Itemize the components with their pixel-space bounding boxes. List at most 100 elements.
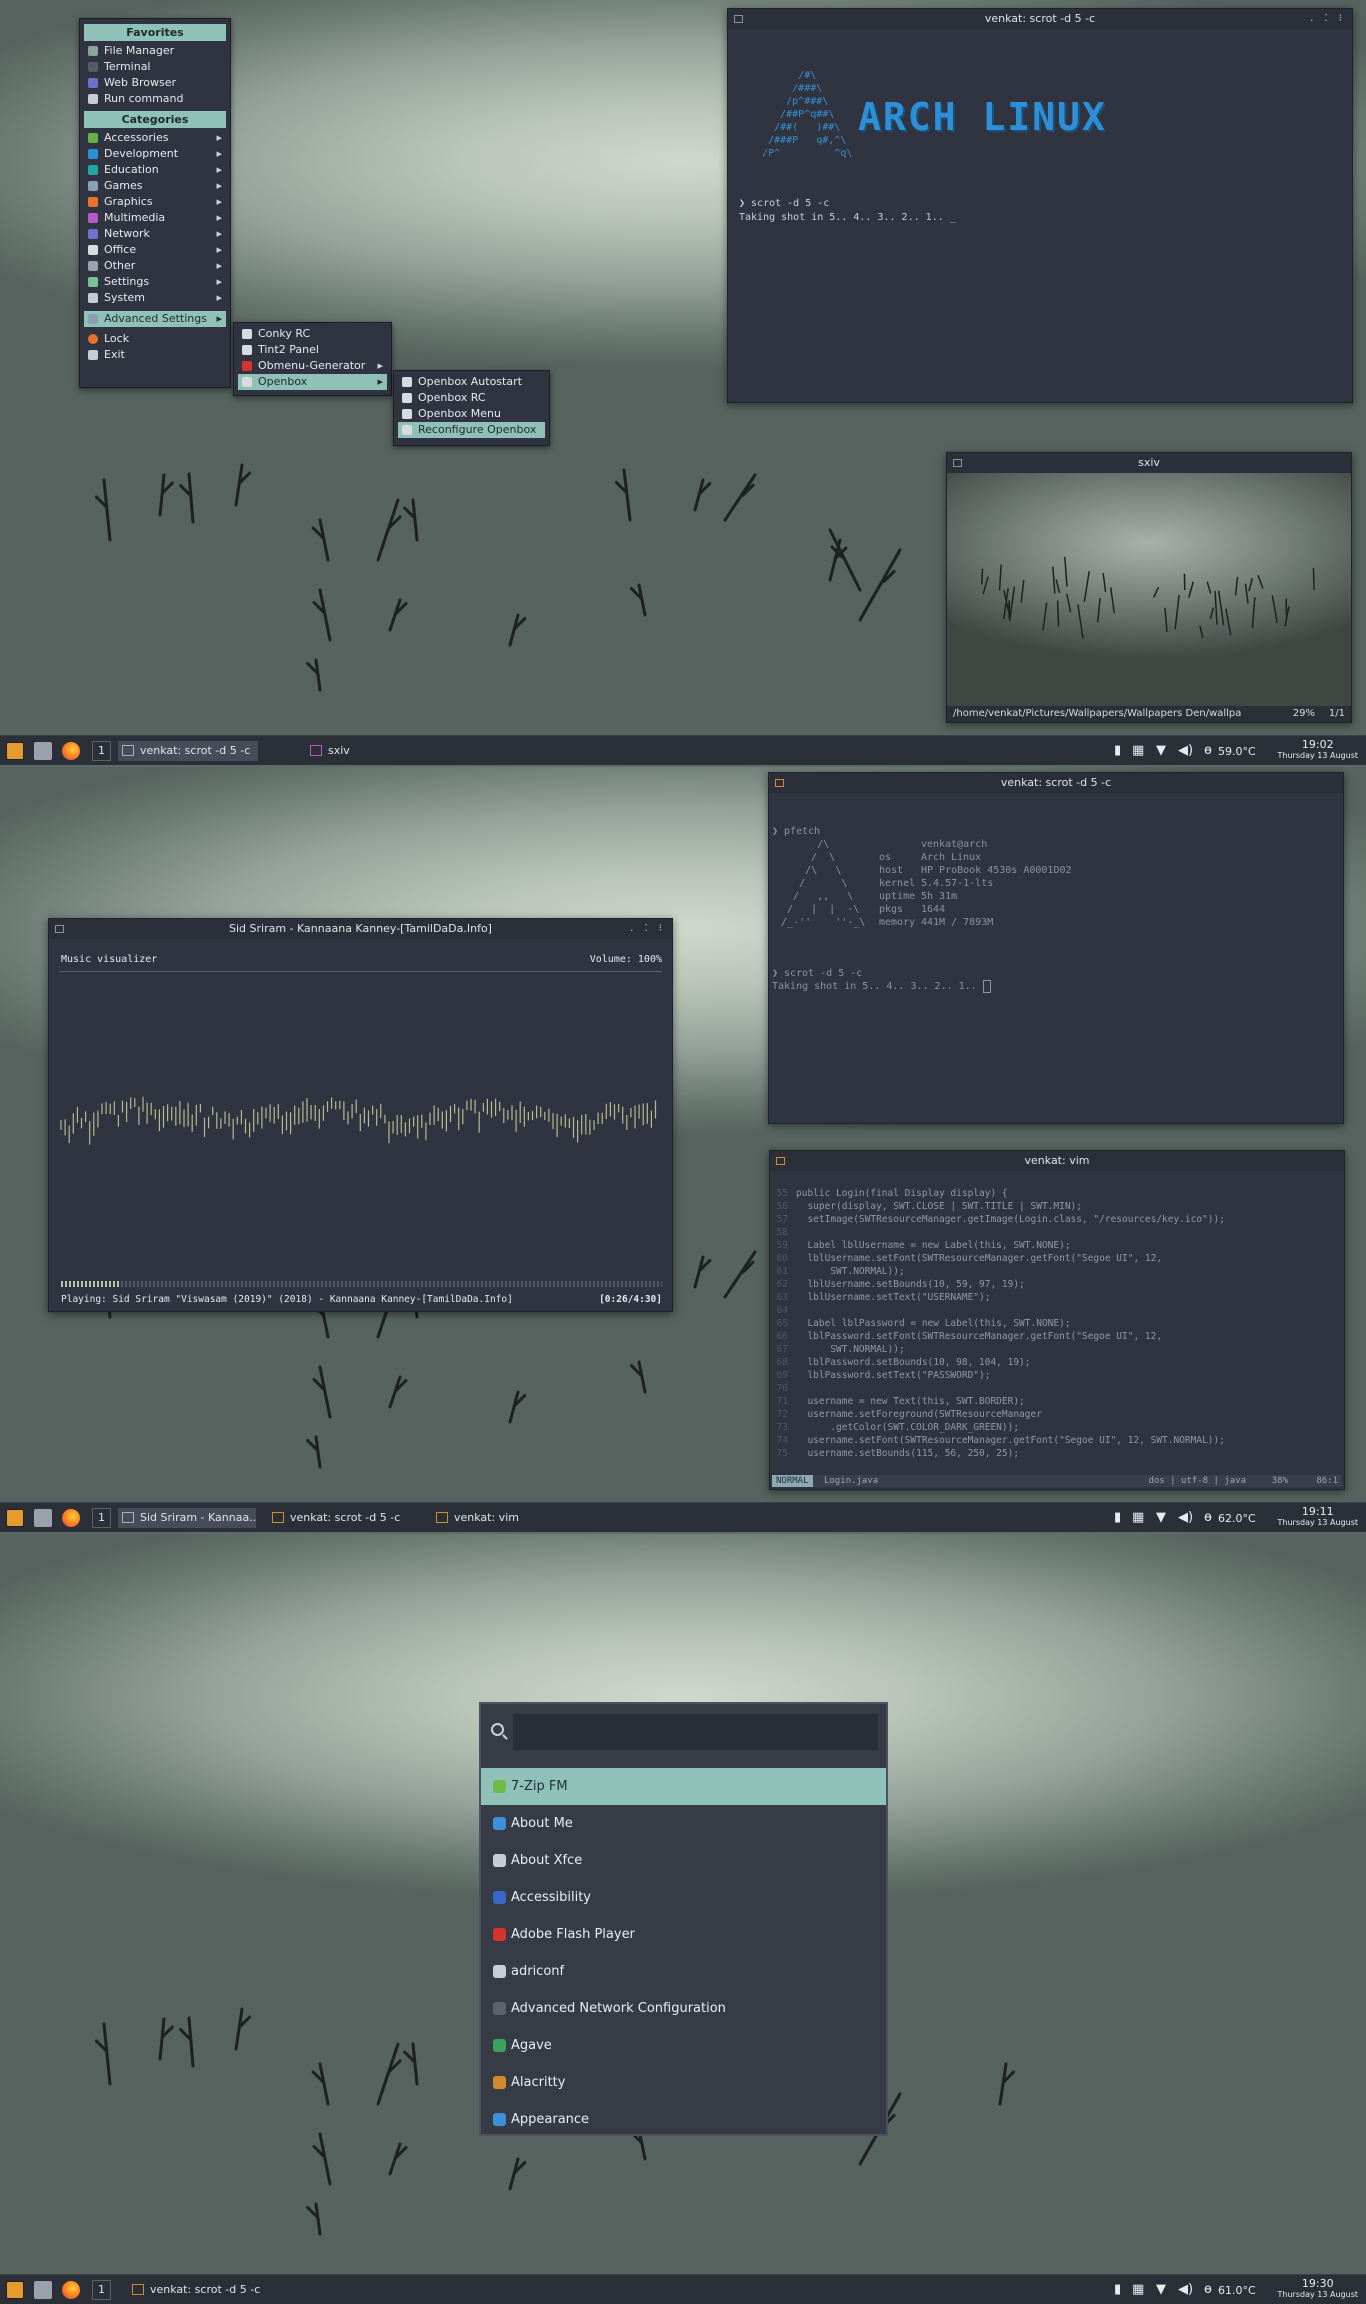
clock[interactable]: 19:30 Thursday 13 August bbox=[1278, 2278, 1358, 2300]
submenu-item-0[interactable]: Conky RC bbox=[238, 326, 387, 342]
vim-window[interactable]: venkat: vim 55 public Login(final Display… bbox=[769, 1150, 1345, 1490]
terminal-window-arch[interactable]: venkat: scrot -d 5 -c . ⁚ ⁝ /#\ /###\ /p… bbox=[727, 8, 1353, 403]
vim-editor[interactable]: 55 public Login(final Display display) {5… bbox=[770, 1187, 1344, 1460]
ncmpcpp-window[interactable]: Sid Sriram - Kannaana Kanney-[TamilDaDa.… bbox=[48, 918, 673, 1312]
window-controls[interactable]: . ⁚ ⁝ bbox=[1310, 9, 1346, 29]
wallpaper-branch bbox=[312, 1365, 332, 1419]
window-titlebar[interactable]: Sid Sriram - Kannaana Kanney-[TamilDaDa.… bbox=[49, 919, 672, 939]
app-entry-6[interactable]: Advanced Network Configuration bbox=[481, 1990, 886, 2027]
menu-item-advanced-settings[interactable]: Advanced Settings ▸ bbox=[84, 311, 226, 327]
window-titlebar[interactable]: venkat: vim bbox=[770, 1151, 1344, 1171]
file-manager-launcher-icon[interactable] bbox=[34, 2281, 52, 2299]
wallpaper-branch bbox=[1206, 581, 1212, 594]
menu-item-category-1[interactable]: Development ▸ bbox=[84, 146, 226, 162]
terminal-window-pfetch[interactable]: venkat: scrot -d 5 -c ❯ pfetch /\ / \ /\… bbox=[768, 772, 1344, 1124]
menu-item-fav-0[interactable]: File Manager bbox=[84, 43, 226, 59]
menu-item-category-7[interactable]: Office ▸ bbox=[84, 242, 226, 258]
app-entry-5[interactable]: adriconf bbox=[481, 1953, 886, 1990]
submenu-item-2[interactable]: Openbox Menu bbox=[398, 406, 545, 422]
app-entry-7[interactable]: Agave bbox=[481, 2027, 886, 2064]
menu-item-category-9[interactable]: Settings ▸ bbox=[84, 274, 226, 290]
menu-item-category-0[interactable]: Accessories ▸ bbox=[84, 130, 226, 146]
advanced-settings-submenu: Conky RC Tint2 Panel Obmenu-Generator ▸ Open… bbox=[233, 322, 392, 396]
menu-item-label: Run command bbox=[104, 92, 184, 105]
app-entry-8[interactable]: Alacritty bbox=[481, 2064, 886, 2101]
app-entry-1[interactable]: About Me bbox=[481, 1805, 886, 1842]
workspace-indicator[interactable]: 1 bbox=[92, 2280, 111, 2300]
clock[interactable]: 19:02 Thursday 13 August bbox=[1278, 739, 1358, 761]
clipboard-icon[interactable]: ▦ bbox=[1132, 1510, 1144, 1525]
wifi-icon[interactable]: ▼ bbox=[1156, 1510, 1166, 1525]
workspace-indicator[interactable]: 1 bbox=[92, 1508, 111, 1528]
clipboard-icon[interactable]: ▦ bbox=[1132, 743, 1144, 758]
workspace-indicator[interactable]: 1 bbox=[92, 741, 111, 761]
submenu-item-1[interactable]: Openbox RC bbox=[398, 390, 545, 406]
submenu-arrow-icon: ▸ bbox=[216, 147, 222, 160]
arch-menu-icon[interactable] bbox=[6, 1509, 24, 1527]
menu-item-fav-3[interactable]: Run command bbox=[84, 91, 226, 107]
menu-item-exit[interactable]: Exit bbox=[84, 347, 226, 363]
vim-line: 75 username.setBounds(115, 56, 250, 25); bbox=[770, 1447, 1344, 1460]
file-manager-launcher-icon[interactable] bbox=[34, 1509, 52, 1527]
menu-item-category-4[interactable]: Graphics ▸ bbox=[84, 194, 226, 210]
app-entry-0[interactable]: 7-Zip FM bbox=[481, 1768, 886, 1805]
volume-icon[interactable]: ◀) bbox=[1178, 743, 1193, 758]
submenu-item-0[interactable]: Openbox Autostart bbox=[398, 374, 545, 390]
system-tray: ▮ ▦ ▼ ◀) ɵ 59.0°C 19:02 Thursday 13 Augu… bbox=[1106, 736, 1366, 766]
window-titlebar[interactable]: venkat: scrot -d 5 -c . ⁚ ⁝ bbox=[728, 9, 1352, 29]
vim-line: 68 lblPassword.setBounds(10, 98, 104, 19… bbox=[770, 1356, 1344, 1369]
task-music[interactable]: Sid Sriram - Kannaa... bbox=[118, 1508, 256, 1528]
volume-icon[interactable]: ◀) bbox=[1178, 2282, 1193, 2297]
submenu-item-3[interactable]: Reconfigure Openbox bbox=[398, 422, 545, 438]
menu-item-fav-1[interactable]: Terminal bbox=[84, 59, 226, 75]
vim-line-text: lblPassword.setBounds(10, 98, 104, 19); bbox=[796, 1357, 1031, 1368]
battery-icon[interactable]: ▮ bbox=[1114, 2282, 1121, 2297]
wifi-icon[interactable]: ▼ bbox=[1156, 2282, 1166, 2297]
app-entry-2[interactable]: About Xfce bbox=[481, 1842, 886, 1879]
menu-item-category-8[interactable]: Other ▸ bbox=[84, 258, 226, 274]
app-entry-3[interactable]: Accessibility bbox=[481, 1879, 886, 1916]
playback-progress-bar[interactable] bbox=[61, 1281, 662, 1287]
volume-icon[interactable]: ◀) bbox=[1178, 1510, 1193, 1525]
wifi-icon[interactable]: ▼ bbox=[1156, 743, 1166, 758]
firefox-launcher-icon[interactable] bbox=[62, 1509, 80, 1527]
submenu-item-3[interactable]: Openbox ▸ bbox=[238, 374, 387, 390]
task-terminal[interactable]: venkat: scrot -d 5 -c bbox=[118, 741, 258, 761]
menu-item-lock[interactable]: Lock bbox=[84, 331, 226, 347]
clipboard-icon[interactable]: ▦ bbox=[1132, 2282, 1144, 2297]
wallpaper-branch bbox=[1055, 579, 1061, 594]
menu-item-category-10[interactable]: System ▸ bbox=[84, 290, 226, 306]
image-icon bbox=[953, 459, 962, 467]
clock[interactable]: 19:11 Thursday 13 August bbox=[1278, 1506, 1358, 1528]
submenu-item-2[interactable]: Obmenu-Generator ▸ bbox=[238, 358, 387, 374]
submenu-arrow-icon: ▸ bbox=[216, 259, 222, 272]
task-sxiv[interactable]: sxiv bbox=[306, 741, 446, 761]
pfetch-key: kernel bbox=[879, 878, 916, 889]
menu-item-category-2[interactable]: Education ▸ bbox=[84, 162, 226, 178]
menu-item-category-3[interactable]: Games ▸ bbox=[84, 178, 226, 194]
battery-icon[interactable]: ▮ bbox=[1114, 743, 1121, 758]
wallpaper-branch bbox=[1020, 579, 1025, 603]
clock-time: 19:02 bbox=[1301, 738, 1334, 751]
arch-menu-icon[interactable] bbox=[6, 742, 24, 760]
file-manager-launcher-icon[interactable] bbox=[34, 742, 52, 760]
sxiv-window[interactable]: sxiv /home/venkat/Pictures/Wallpapers/Wa… bbox=[946, 452, 1352, 723]
window-titlebar[interactable]: venkat: scrot -d 5 -c bbox=[769, 773, 1343, 793]
search-input[interactable] bbox=[513, 1714, 878, 1750]
submenu-item-1[interactable]: Tint2 Panel bbox=[238, 342, 387, 358]
menu-item-category-5[interactable]: Multimedia ▸ bbox=[84, 210, 226, 226]
task-terminal[interactable]: venkat: scrot -d 5 -c bbox=[268, 1508, 418, 1528]
menu-item-category-6[interactable]: Network ▸ bbox=[84, 226, 226, 242]
arch-menu-icon[interactable] bbox=[6, 2281, 24, 2299]
app-entry-9[interactable]: Appearance bbox=[481, 2101, 886, 2138]
menu-item-fav-2[interactable]: Web Browser bbox=[84, 75, 226, 91]
task-terminal[interactable]: venkat: scrot -d 5 -c bbox=[128, 2280, 278, 2300]
category-icon bbox=[88, 293, 98, 303]
app-entry-4[interactable]: Adobe Flash Player bbox=[481, 1916, 886, 1953]
firefox-launcher-icon[interactable] bbox=[62, 742, 80, 760]
window-controls[interactable]: . ⁚ ⁝ bbox=[630, 919, 666, 939]
battery-icon[interactable]: ▮ bbox=[1114, 1510, 1121, 1525]
task-vim[interactable]: venkat: vim bbox=[432, 1508, 582, 1528]
firefox-launcher-icon[interactable] bbox=[62, 2281, 80, 2299]
window-titlebar[interactable]: sxiv bbox=[947, 453, 1351, 473]
